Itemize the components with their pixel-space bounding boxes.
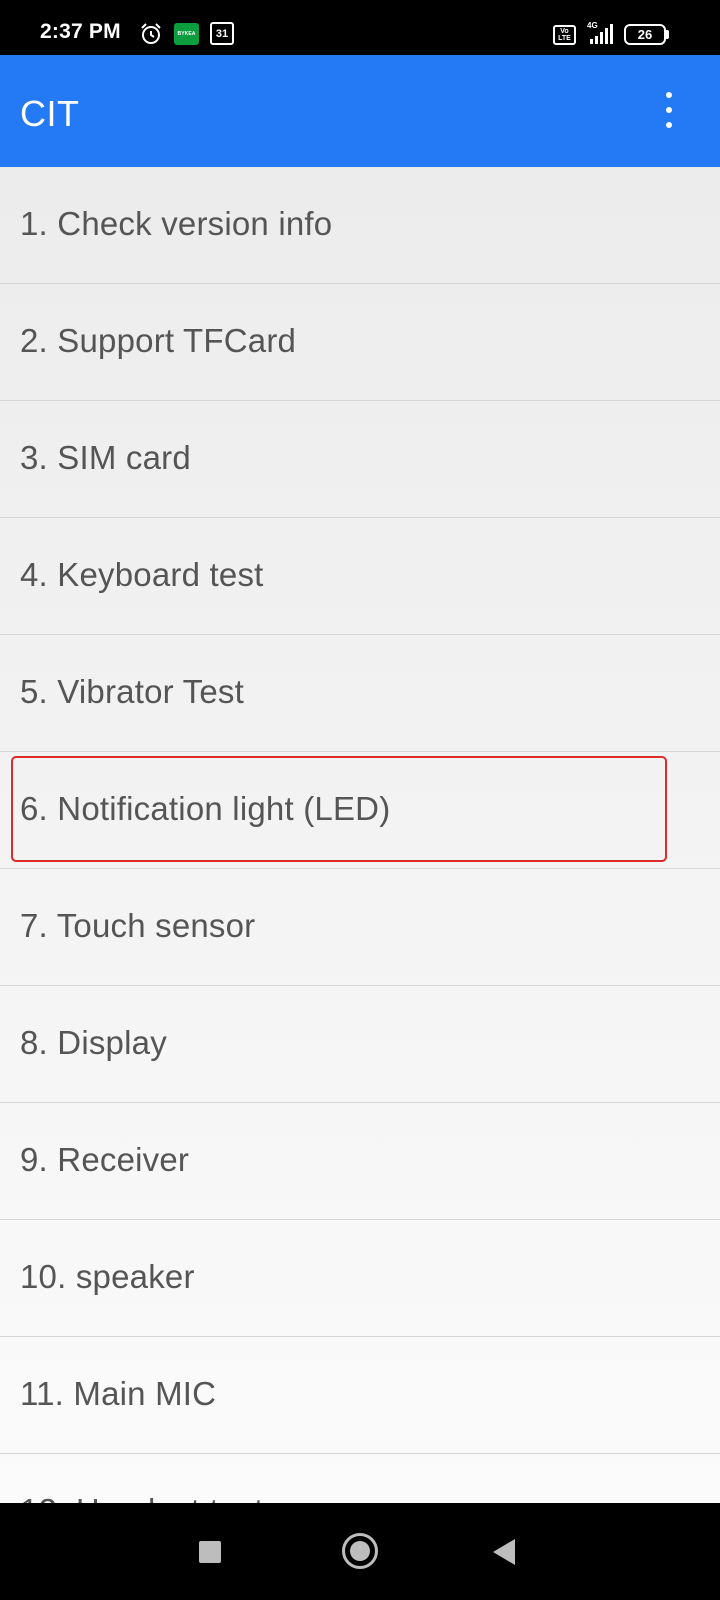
- list-item-headset-test[interactable]: 12. Headset test: [0, 1454, 720, 1503]
- network-type: 4G: [587, 21, 598, 30]
- list-item-label: 11. Main MIC: [20, 1375, 217, 1412]
- list-item-check-version-info[interactable]: 1. Check version info: [0, 167, 720, 284]
- status-time: 2:37 PM: [40, 20, 121, 43]
- list-item-vibrator-test[interactable]: 5. Vibrator Test: [0, 635, 720, 752]
- list-item-sim-card[interactable]: 3. SIM card: [0, 401, 720, 518]
- back-triangle-icon[interactable]: [493, 1539, 515, 1565]
- battery-tip: [666, 30, 669, 39]
- nav-bar: [0, 1503, 720, 1600]
- volte-icon: Vo LTE: [553, 25, 576, 45]
- list-item-label: 10. speaker: [20, 1258, 195, 1295]
- list-item-label: 6. Notification light (LED): [20, 790, 391, 827]
- list-item-receiver[interactable]: 9. Receiver: [0, 1103, 720, 1220]
- list-item-label: 2. Support TFCard: [20, 322, 297, 359]
- list-item-label: 5. Vibrator Test: [20, 673, 244, 710]
- calendar-day: 31: [215, 27, 229, 40]
- bykea-app-icon: BYKEA: [174, 23, 199, 45]
- list-item-label: 7. Touch sensor: [20, 907, 256, 944]
- home-circle-icon[interactable]: [342, 1533, 378, 1569]
- list-item-notification-light[interactable]: 6. Notification light (LED): [0, 752, 720, 869]
- recents-square-icon[interactable]: [199, 1541, 221, 1563]
- alarm-icon: [141, 23, 161, 44]
- list-item-label: 8. Display: [20, 1024, 167, 1061]
- app-bar: CIT: [0, 55, 720, 167]
- list-item-label: 1. Check version info: [20, 205, 333, 242]
- signal-icon: 4G: [587, 21, 613, 44]
- app-title: CIT: [20, 93, 80, 134]
- battery-level: 26: [637, 27, 653, 42]
- list-item-keyboard-test[interactable]: 4. Keyboard test: [0, 518, 720, 635]
- list-item-label: 12. Headset test: [20, 1492, 264, 1503]
- list-item-touch-sensor[interactable]: 7. Touch sensor: [0, 869, 720, 986]
- more-vert-icon[interactable]: [650, 90, 690, 130]
- status-bar: 2:37 PM BYKEA 31 Vo LTE 4G 26: [0, 0, 720, 55]
- battery-icon: 26: [624, 24, 666, 45]
- list-item-label: 9. Receiver: [20, 1141, 190, 1178]
- calendar-icon: 31: [210, 22, 234, 45]
- test-list: 1. Check version info 2. Support TFCard …: [0, 167, 720, 1503]
- list-item-label: 3. SIM card: [20, 439, 191, 476]
- list-item-display[interactable]: 8. Display: [0, 986, 720, 1103]
- list-item-main-mic[interactable]: 11. Main MIC: [0, 1337, 720, 1454]
- volte-line1: Vo: [560, 28, 569, 35]
- volte-line2: LTE: [558, 35, 571, 42]
- list-item-support-tfcard[interactable]: 2. Support TFCard: [0, 284, 720, 401]
- list-item-label: 4. Keyboard test: [20, 556, 264, 593]
- list-item-speaker[interactable]: 10. speaker: [0, 1220, 720, 1337]
- bykea-app-label: BYKEA: [177, 31, 196, 37]
